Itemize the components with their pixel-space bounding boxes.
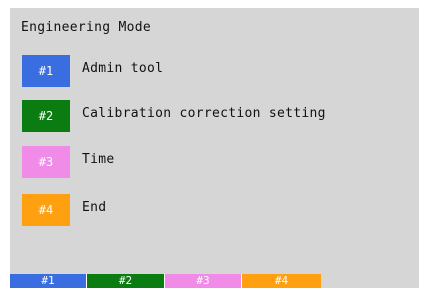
menu-item-label: End [82, 200, 107, 215]
function-key-3[interactable]: #3 [165, 274, 242, 288]
function-key-4[interactable]: #4 [242, 274, 321, 288]
menu-item-calibration-correction-setting[interactable]: #2 Calibration correction setting [22, 100, 412, 132]
menu-item-label: Time [82, 152, 115, 167]
menu-item-label: Admin tool [82, 61, 164, 76]
menu-item-end[interactable]: #4 End [22, 194, 412, 226]
engineering-mode-screen: Engineering Mode #1 Admin tool #2 Calibr… [10, 8, 419, 288]
function-key-1[interactable]: #1 [10, 274, 87, 288]
function-key-2[interactable]: #2 [87, 274, 165, 288]
menu-item-time[interactable]: #3 Time [22, 146, 412, 178]
menu-item-admin-tool[interactable]: #1 Admin tool [22, 55, 412, 87]
menu-number-badge: #3 [22, 146, 70, 178]
menu-number-badge: #2 [22, 100, 70, 132]
menu-item-label: Calibration correction setting [82, 106, 326, 121]
menu-number-badge: #4 [22, 194, 70, 226]
screen-title: Engineering Mode [21, 20, 152, 35]
menu-number-badge: #1 [22, 55, 70, 87]
function-key-bar: #1 #2 #3 #4 [10, 274, 321, 288]
